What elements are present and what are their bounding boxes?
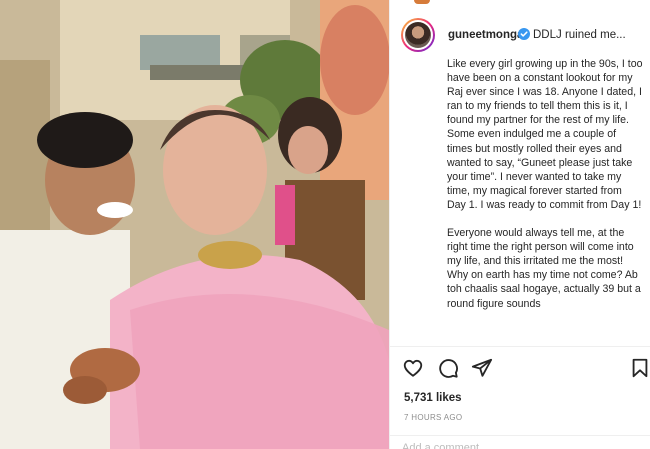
share-icon[interactable] [471, 357, 493, 379]
caption-paragraph-1: Like every girl growing up in the 90s, I… [447, 58, 643, 211]
heart-icon[interactable] [402, 357, 424, 379]
username-link[interactable]: guneetmonga [448, 29, 523, 41]
caption-paragraph-2: Everyone would always tell me, at the ri… [447, 227, 641, 310]
caption-header: guneetmonga DDLJ ruined me... [390, 18, 650, 58]
post-timestamp[interactable]: 7 HOURS AGO [404, 413, 462, 422]
scroll-peek [414, 0, 430, 4]
bookmark-icon[interactable] [629, 357, 650, 379]
post-photo [0, 0, 389, 449]
comment-row [390, 435, 650, 449]
caption-first-line: DDLJ ruined me... [533, 29, 626, 41]
photo-illustration [0, 0, 389, 449]
action-bar [390, 346, 650, 390]
comment-input[interactable] [402, 441, 572, 449]
comment-icon[interactable] [437, 357, 459, 379]
avatar-ring [403, 20, 433, 50]
caption-body: Like every girl growing up in the 90s, I… [447, 57, 643, 345]
post-sidebar: guneetmonga DDLJ ruined me... Like every… [389, 0, 650, 449]
likes-count[interactable]: 5,731 likes [404, 392, 462, 404]
verified-badge-icon [518, 28, 530, 40]
avatar[interactable] [401, 18, 435, 52]
avatar-image [405, 22, 431, 48]
